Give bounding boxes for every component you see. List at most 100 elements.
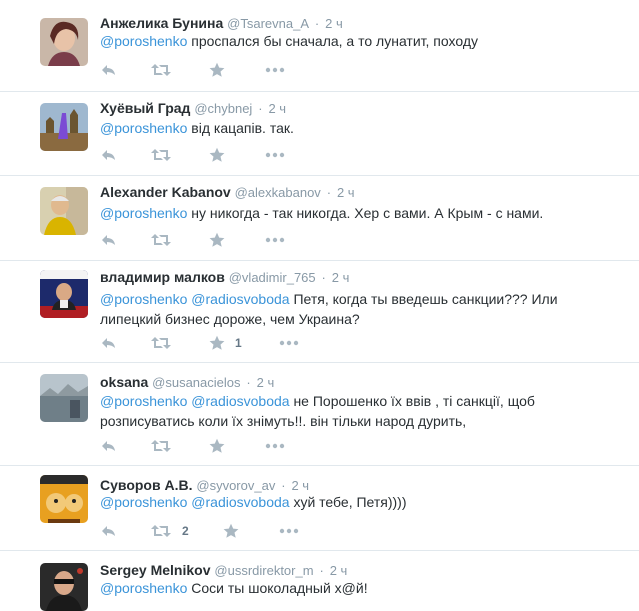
mention-link[interactable]: @poroshenko [100,205,187,221]
author-handle[interactable]: @vladimir_765 [229,270,316,285]
favorite-button[interactable]: 1 [209,334,242,352]
retweet-icon [151,525,171,537]
mention-link[interactable]: @poroshenko [100,494,187,510]
retweet-icon [151,149,171,161]
author-name[interactable]: Анжелика Бунина [100,15,223,31]
tweet[interactable]: oksana @susanacielos · 2 ч @poroshenko @… [0,362,639,466]
favorite-button[interactable] [223,522,249,540]
retweet-icon [151,64,171,76]
tweet[interactable]: владимир малков @vladimir_765 · 2 ч @por… [0,260,639,363]
retweet-icon [151,440,171,452]
tweet-text: @poroshenko @radiosvoboda не Порошенко ї… [100,391,600,431]
separator: · [321,270,326,285]
tweet-text: @poroshenko @radiosvoboda хуй тебе, Петя… [100,492,600,512]
author-name[interactable]: oksana [100,374,148,390]
tweet[interactable]: Alexander Kabanov @alexkabanov · 2 ч @po… [0,175,639,261]
timestamp[interactable]: 2 ч [291,478,309,493]
mention-link[interactable]: @poroshenko [100,120,187,136]
tweet-actions: 1 [100,334,400,352]
retweet-icon [151,337,171,349]
retweet-button[interactable] [150,231,182,249]
mention-link[interactable]: @radiosvoboda [191,494,289,510]
timestamp[interactable]: 2 ч [268,101,286,116]
author-handle[interactable]: @chybnej [194,101,252,116]
avatar[interactable] [40,187,88,235]
author-handle[interactable]: @Tsarevna_A [227,16,309,31]
reply-button[interactable] [100,334,118,352]
separator: · [258,101,263,116]
retweet-button[interactable] [150,146,182,164]
tweet-text-line: хуй тебе, Петя)))) [293,494,407,510]
mention-link[interactable]: @radiosvoboda [191,393,289,409]
more-icon [265,152,285,158]
retweet-button[interactable]: 2 [150,522,189,540]
retweet-button[interactable] [150,437,182,455]
author-handle[interactable]: @susanacielos [152,375,240,390]
timestamp[interactable]: 2 ч [332,270,350,285]
reply-icon [102,441,115,451]
favorite-button[interactable] [209,61,235,79]
avatar[interactable] [40,103,88,151]
tweet-text-line: ну никогда - так никогда. Хер с вами. А … [191,205,544,221]
author-name[interactable]: Sergey Melnikov [100,562,211,578]
avatar[interactable] [40,18,88,66]
avatar[interactable] [40,374,88,422]
tweet-actions [100,61,400,79]
author-handle[interactable]: @ussrdirektor_m [214,563,313,578]
more-button[interactable] [264,437,286,455]
tweet-header: oksana @susanacielos · 2 ч [100,373,274,391]
avatar[interactable] [40,563,88,611]
author-handle[interactable]: @syvorov_av [196,478,275,493]
tweet-text-line: Петя, когда ты введешь санкции??? Или [293,291,558,307]
more-button[interactable] [264,231,286,249]
retweet-button[interactable] [150,334,182,352]
tweet-text-line: від кацапів. так. [191,120,294,136]
more-button[interactable] [278,334,300,352]
mention-link[interactable]: @poroshenko [100,393,187,409]
reply-button[interactable] [100,146,118,164]
favorite-icon [209,232,225,247]
timestamp[interactable]: 2 ч [337,185,355,200]
favorite-button[interactable] [209,437,235,455]
mention-link[interactable]: @poroshenko [100,33,187,49]
mention-link[interactable]: @poroshenko [100,291,187,307]
more-button[interactable] [278,522,300,540]
tweet-text-line: не Порошенко їх ввів , ті санкції, щоб [293,393,535,409]
timestamp[interactable]: 2 ч [325,16,343,31]
reply-icon [102,65,115,75]
reply-button[interactable] [100,522,118,540]
mention-link[interactable]: @radiosvoboda [191,291,289,307]
reply-icon [102,526,115,536]
tweet-header: владимир малков @vladimir_765 · 2 ч [100,268,349,286]
retweet-button[interactable] [150,61,182,79]
tweet-actions: 2 [100,522,400,540]
reply-button[interactable] [100,231,118,249]
author-handle[interactable]: @alexkabanov [235,185,321,200]
tweet-text: @poroshenko ну никогда - так никогда. Хе… [100,203,600,223]
more-button[interactable] [264,61,286,79]
favorite-button[interactable] [209,146,235,164]
reply-button[interactable] [100,437,118,455]
avatar[interactable] [40,270,88,318]
more-button[interactable] [264,146,286,164]
tweet[interactable]: Суворов А.В. @syvorov_av · 2 ч @poroshen… [0,465,639,551]
tweet[interactable]: Анжелика Бунина @Tsarevna_A · 2 ч @poros… [0,0,639,91]
timestamp[interactable]: 2 ч [257,375,275,390]
tweet-text-line: розписуватись коли їх знімуть!!. він тіл… [100,413,467,429]
author-name[interactable]: владимир малков [100,269,225,285]
favorite-icon [209,335,225,350]
reply-button[interactable] [100,61,118,79]
author-name[interactable]: Alexander Kabanov [100,184,231,200]
tweet-header: Alexander Kabanov @alexkabanov · 2 ч [100,183,355,201]
tweet[interactable]: Хуёвый Град @chybnej · 2 ч @poroshenko в… [0,91,639,176]
more-icon [279,340,299,346]
favorite-icon [223,523,239,538]
mention-link[interactable]: @poroshenko [100,580,187,596]
avatar[interactable] [40,475,88,523]
tweet[interactable]: Sergey Melnikov @ussrdirektor_m · 2 ч @p… [0,550,639,611]
timestamp[interactable]: 2 ч [330,563,348,578]
author-name[interactable]: Суворов А.В. [100,477,192,493]
favorite-button[interactable] [209,231,235,249]
more-icon [279,528,299,534]
author-name[interactable]: Хуёвый Град [100,100,190,116]
